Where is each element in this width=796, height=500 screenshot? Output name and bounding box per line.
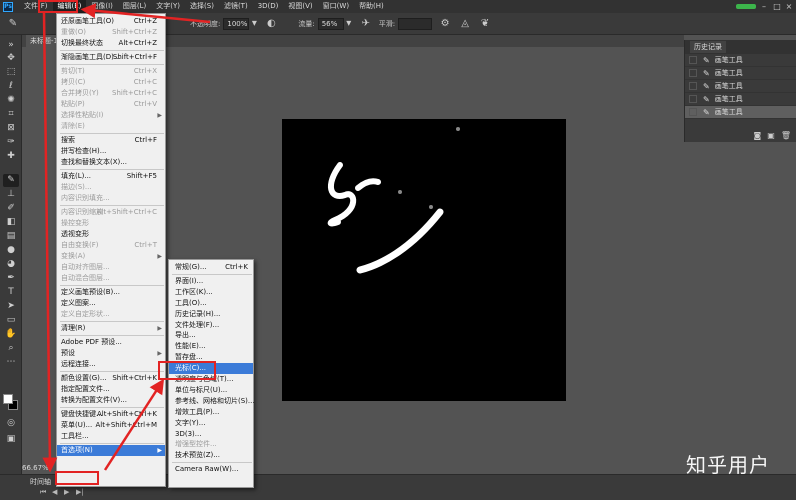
arrow-up (103, 378, 165, 471)
arrow-left (80, 3, 211, 24)
annotation-arrows (42, 3, 211, 473)
watermark: 知乎用户 (686, 453, 770, 477)
arrow-down (42, 12, 58, 473)
photoshop-window: Ps 文件(F) 编辑(E) 图像(I) 图层(L) 文字(Y) 选择(S) 滤镜(T) 3D… (0, 0, 796, 500)
